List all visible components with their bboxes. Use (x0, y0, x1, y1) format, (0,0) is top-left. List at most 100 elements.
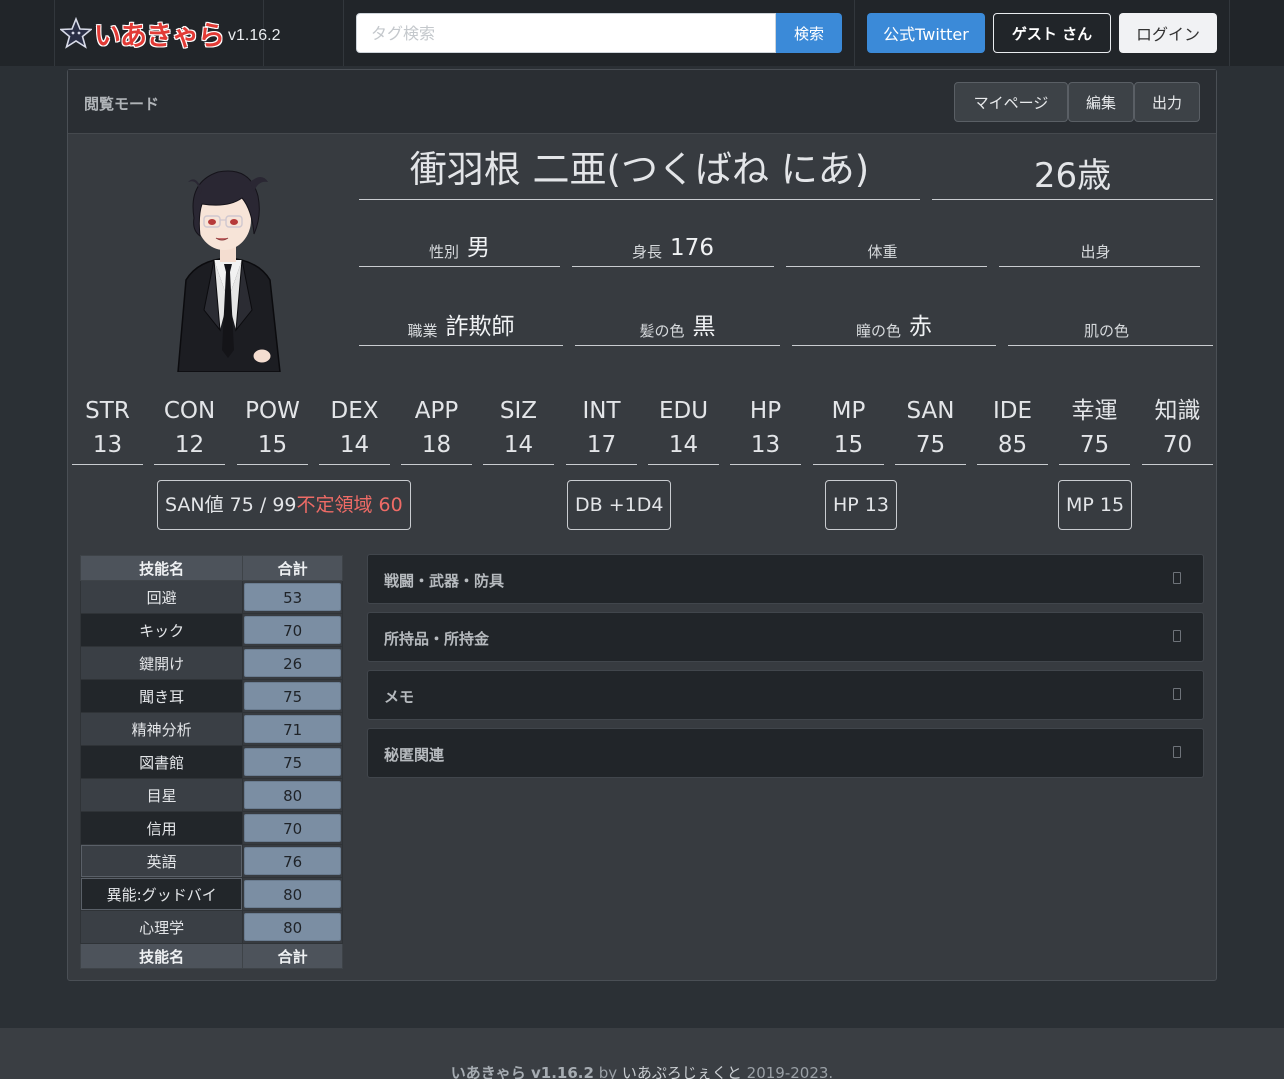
mypage-button[interactable]: マイページ (954, 82, 1068, 122)
skill-table-header: 技能名 合計 (79, 555, 343, 581)
stat-label: APP (414, 398, 459, 424)
character-name: 衝羽根 二亜(つくばね にあ) (359, 142, 920, 200)
skill-name: キック (79, 613, 244, 647)
skill-total: 70 (244, 814, 341, 842)
stat-edu: EDU 14 (648, 395, 719, 465)
skill-name: 聞き耳 (79, 679, 244, 713)
attr-label: 出身 (1080, 243, 1111, 261)
skill-row: 英語 76 (79, 844, 343, 878)
skill-row: 心理学 80 (79, 910, 343, 944)
navbar: いあきゃら v1.16.2 検索 公式Twitter ゲスト さん ログイン (0, 0, 1284, 66)
tag-search-input[interactable] (356, 13, 776, 53)
app-version: v1.16.2 (228, 27, 281, 44)
attr-eye-color: 瞳の色 赤 (792, 310, 996, 346)
brand-link[interactable]: いあきゃら v1.16.2 (60, 14, 280, 52)
attr-label: 髪の色 (639, 322, 685, 340)
skill-total: 75 (244, 682, 341, 710)
stat-hp: HP 13 (730, 395, 801, 465)
skill-total: 80 (244, 781, 341, 809)
attr-label: 身長 (632, 243, 663, 261)
guest-user-button[interactable]: ゲスト さん (993, 13, 1111, 53)
skill-row: 異能:グッドバイ 80 (79, 877, 343, 911)
stat-str: STR 13 (72, 395, 143, 465)
skill-total-header: 合計 (242, 555, 343, 581)
section-title: 戦闘・武器・防具 (384, 572, 505, 590)
expand-icon (1173, 746, 1181, 758)
skill-total: 71 (244, 715, 341, 743)
stat-label: CON (163, 398, 216, 424)
footer: いあきゃら v1.16.2 by いあぷろじぇくと 2019-2023. (0, 1028, 1284, 1079)
stat-label: POW (245, 398, 300, 424)
section-combat-weapons-armor[interactable]: 戦闘・武器・防具 (367, 554, 1204, 604)
official-twitter-button[interactable]: 公式Twitter (867, 13, 985, 53)
stat-value: 17 (586, 432, 617, 458)
skill-row: 信用 70 (79, 811, 343, 845)
mp-box: MP 15 (1058, 480, 1133, 530)
view-mode-label: 閲覧モード (84, 95, 160, 113)
character-sheet-card: 閲覧モード マイページ 編集 出力 衝羽根 二亜(つくばね にあ) 26歳 性別… (67, 69, 1217, 981)
stat-san: SAN 75 (895, 395, 966, 465)
section-secret[interactable]: 秘匿関連 (367, 728, 1204, 778)
stat-label: SIZ (499, 398, 538, 424)
stat-knowledge: 知識 70 (1142, 395, 1213, 465)
skill-row: 回避 53 (79, 580, 343, 614)
section-memo[interactable]: メモ (367, 670, 1204, 720)
footer-app-name: いあきゃら v1.16.2 (450, 1064, 594, 1079)
skill-name: 鍵開け (79, 646, 244, 680)
attr-label: 肌の色 (1083, 322, 1129, 340)
stat-label: DEX (330, 398, 379, 424)
attr-label: 瞳の色 (855, 322, 901, 340)
section-inventory-money[interactable]: 所持品・所持金 (367, 612, 1204, 662)
skill-name-header: 技能名 (79, 555, 244, 581)
nav-divider (1229, 0, 1230, 66)
skill-total-footer: 合計 (242, 943, 343, 969)
stat-pow: POW 15 (237, 395, 308, 465)
attr-height: 身長 176 (572, 231, 774, 267)
edit-button[interactable]: 編集 (1068, 82, 1134, 122)
export-button[interactable]: 出力 (1134, 82, 1200, 122)
stat-value: 12 (174, 432, 205, 458)
hp-box: HP 13 (825, 480, 897, 530)
skill-total: 70 (244, 616, 341, 644)
search-button[interactable]: 検索 (776, 13, 842, 53)
stat-ide: IDE 85 (977, 395, 1048, 465)
attr-label: 性別 (428, 243, 459, 261)
skill-name-footer: 技能名 (79, 943, 244, 969)
stat-label: EDU (658, 398, 709, 424)
attr-origin: 出身 (999, 231, 1200, 267)
stat-value: 14 (503, 432, 534, 458)
footer-by: by (593, 1064, 622, 1079)
stat-value: 70 (1162, 432, 1193, 458)
skill-name: 英語 (79, 844, 244, 878)
attr-label: 体重 (867, 243, 898, 261)
stat-int: INT 17 (566, 395, 637, 465)
skill-name: 心理学 (79, 910, 244, 944)
footer-author-link[interactable]: いあぷろじぇくと (622, 1064, 742, 1079)
skill-name: 目星 (79, 778, 244, 812)
skill-name: 図書館 (79, 745, 244, 779)
skill-total: 53 (244, 583, 341, 611)
attr-value: 男 (467, 235, 490, 261)
star-logo-icon (60, 17, 92, 49)
attr-value: 赤 (909, 314, 932, 340)
stat-value: 14 (668, 432, 699, 458)
stat-value: 15 (833, 432, 864, 458)
skill-name: 信用 (79, 811, 244, 845)
stat-value: 18 (421, 432, 452, 458)
nav-divider (54, 0, 55, 66)
login-button[interactable]: ログイン (1119, 13, 1217, 53)
skill-total: 80 (244, 880, 341, 908)
character-age: 26歳 (932, 142, 1213, 200)
expand-icon (1173, 630, 1181, 642)
nav-divider (343, 0, 344, 66)
stat-value: 15 (257, 432, 288, 458)
stat-label: HP (749, 398, 782, 424)
attr-skin-color: 肌の色 (1008, 310, 1213, 346)
brand-logo: いあきゃら (94, 20, 225, 52)
tag-search: 検索 (356, 13, 842, 53)
stat-con: CON 12 (154, 395, 225, 465)
san-value-box: SAN値 75 / 99不定領域 60 (157, 480, 411, 530)
skill-name: 精神分析 (79, 712, 244, 746)
stat-siz: SIZ 14 (483, 395, 554, 465)
skill-table-footer: 技能名 合計 (79, 943, 343, 969)
